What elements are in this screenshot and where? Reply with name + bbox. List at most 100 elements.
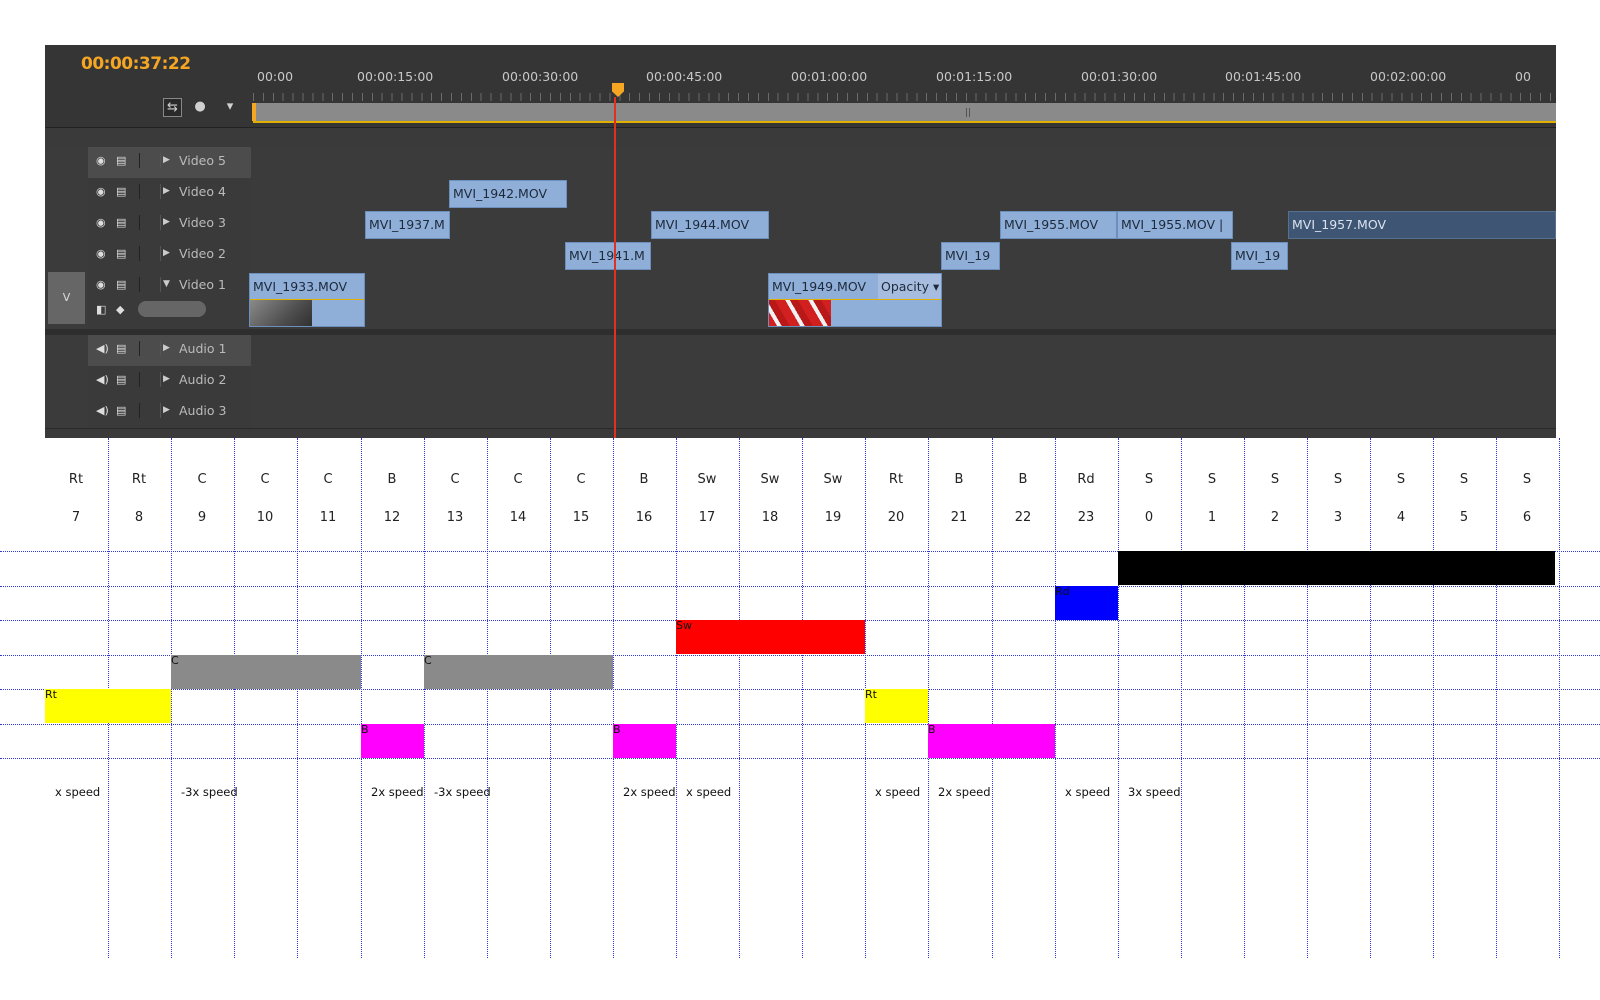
ruler-label: 00:01:00:00 (791, 69, 868, 84)
ruler-ticks (253, 93, 1556, 101)
track-header[interactable]: ◉ ▤ ▶ Video 5 (88, 147, 251, 178)
sync-lock-icon[interactable]: ▤ (116, 342, 126, 356)
speed-note: x speed (55, 785, 101, 799)
column-number: 15 (572, 510, 590, 525)
lock-toggle[interactable] (139, 277, 161, 292)
column-letter: S (1396, 472, 1406, 487)
eye-icon[interactable]: ◉ (96, 278, 106, 292)
column-number: 11 (319, 510, 337, 525)
sync-lock-icon[interactable]: ▤ (116, 278, 126, 292)
column-number: 9 (197, 510, 207, 525)
eye-icon[interactable]: ◉ (96, 185, 106, 199)
eye-icon[interactable]: ◉ (96, 154, 106, 168)
lock-toggle[interactable] (139, 184, 161, 199)
sync-lock-icon[interactable]: ▤ (116, 404, 126, 418)
column-letter: Rd (1077, 472, 1095, 487)
eye-icon[interactable]: ◉ (96, 247, 106, 261)
column-letter: B (639, 472, 649, 487)
clip[interactable]: MVI_1949.MOV Opacity ▾ (768, 273, 942, 327)
snap-icon[interactable]: ⇆ (163, 98, 182, 117)
lock-toggle[interactable] (139, 215, 161, 230)
plan-bar[interactable]: Sw (676, 620, 865, 654)
plan-bar[interactable]: C (424, 655, 613, 689)
clip[interactable]: MVI_1957.MOV (1288, 211, 1556, 239)
plan-bar-label: Rt (45, 688, 57, 701)
time-ruler[interactable]: 00:00 00:00:15:00 00:00:30:00 00:00:45:0… (252, 67, 1556, 127)
track-header[interactable]: ◀) ▤ ▶ Audio 3 (88, 397, 251, 428)
expand-arrow-icon[interactable]: ▶ (163, 217, 170, 227)
sync-lock-icon[interactable]: ▤ (116, 247, 126, 261)
grid-row-line (0, 586, 1600, 587)
track-video-5: ◉ ▤ ▶ Video 5 (45, 147, 1556, 179)
keyframe-icon[interactable]: ◆ (116, 303, 124, 316)
lock-toggle[interactable] (139, 403, 161, 418)
expand-arrow-icon[interactable]: ▶ (163, 186, 170, 196)
effect-dropdown[interactable]: Opacity ▾ (878, 274, 941, 300)
column-letter: Sw (760, 472, 780, 487)
track-header[interactable]: ◉ ▤ ▶ Video 4 (88, 178, 251, 209)
clip[interactable]: MVI_1941.M (565, 242, 651, 270)
column-number: 6 (1522, 510, 1532, 525)
expand-arrow-icon[interactable]: ▶ (163, 155, 170, 165)
expand-arrow-icon[interactable]: ▶ (163, 343, 170, 353)
expand-arrow-icon[interactable]: ▶ (163, 405, 170, 415)
plan-bar-label: Rt (865, 688, 877, 701)
clip[interactable]: MVI_1933.MOV (249, 273, 365, 327)
collapse-arrow-icon[interactable]: ▼ (163, 279, 170, 289)
plan-bar[interactable]: Rd (1055, 586, 1118, 620)
speaker-icon[interactable]: ◀) (96, 342, 109, 356)
video-target-toggle[interactable]: V (48, 272, 85, 324)
expand-arrow-icon[interactable]: ▶ (163, 248, 170, 258)
clip-name: MVI_1933.MOV (253, 279, 348, 294)
sync-lock-icon[interactable]: ▤ (116, 185, 126, 199)
clip[interactable]: MVI_1937.M (365, 211, 450, 239)
lock-toggle[interactable] (139, 246, 161, 261)
display-style-icon[interactable]: ◧ (96, 303, 106, 316)
grip-icon[interactable]: || (965, 108, 971, 118)
ruler-label: 00:02:00:00 (1370, 69, 1447, 84)
plan-bar[interactable]: C (171, 655, 361, 689)
expand-arrow-icon[interactable]: ▶ (163, 374, 170, 384)
sync-lock-icon[interactable]: ▤ (116, 154, 126, 168)
column-number: 22 (1014, 510, 1032, 525)
track-header[interactable]: ◉ ▤ ▼ Video 1 ◧ ◆ (88, 271, 251, 329)
column-number: 14 (509, 510, 527, 525)
column-letter: B (387, 472, 397, 487)
plan-bar[interactable]: Rt (865, 689, 928, 723)
plan-bar[interactable]: Rt (45, 689, 171, 723)
plan-bar[interactable]: B (361, 724, 424, 758)
clip[interactable]: MVI_1944.MOV (651, 211, 769, 239)
lock-toggle[interactable] (139, 341, 161, 356)
plan-bar[interactable]: B (928, 724, 1055, 758)
playhead-line[interactable] (614, 97, 616, 438)
plan-bar[interactable]: B (613, 724, 676, 758)
track-audio-2: ◀) ▤ ▶ Audio 2 (45, 366, 1556, 398)
eye-icon[interactable]: ◉ (96, 216, 106, 230)
marker-icon[interactable]: ● (191, 98, 209, 116)
speaker-icon[interactable]: ◀) (96, 404, 109, 418)
clip[interactable]: MVI_1955.MOV (1000, 211, 1117, 239)
plan-bar[interactable] (1118, 551, 1555, 585)
clip[interactable]: MVI_19 (1231, 242, 1288, 270)
clip[interactable]: MVI_1955.MOV | (1117, 211, 1233, 239)
column-letter: B (1018, 472, 1028, 487)
column-letter: C (450, 472, 460, 487)
work-area-bar[interactable]: || (253, 103, 1556, 123)
track-video-3: ◉ ▤ ▶ Video 3 MVI_1937.M MVI_1944.MOV MV… (45, 209, 1556, 241)
add-marker-icon[interactable]: ▾ (221, 98, 239, 116)
work-area-start-handle[interactable] (252, 103, 256, 121)
track-header[interactable]: ◉ ▤ ▶ Video 2 (88, 240, 251, 271)
lock-toggle[interactable] (139, 372, 161, 387)
sync-lock-icon[interactable]: ▤ (116, 216, 126, 230)
track-header[interactable]: ◀) ▤ ▶ Audio 1 (88, 335, 251, 366)
sync-lock-icon[interactable]: ▤ (116, 373, 126, 387)
track-header[interactable]: ◉ ▤ ▶ Video 3 (88, 209, 251, 240)
clip[interactable]: MVI_1942.MOV (449, 180, 567, 208)
keyframe-navigator[interactable] (138, 301, 206, 317)
lock-toggle[interactable] (139, 153, 161, 168)
timecode-display[interactable]: 00:00:37:22 (81, 54, 191, 74)
plan-bar-label: Sw (676, 619, 692, 632)
clip[interactable]: MVI_19 (941, 242, 1000, 270)
track-header[interactable]: ◀) ▤ ▶ Audio 2 (88, 366, 251, 397)
speaker-icon[interactable]: ◀) (96, 373, 109, 387)
